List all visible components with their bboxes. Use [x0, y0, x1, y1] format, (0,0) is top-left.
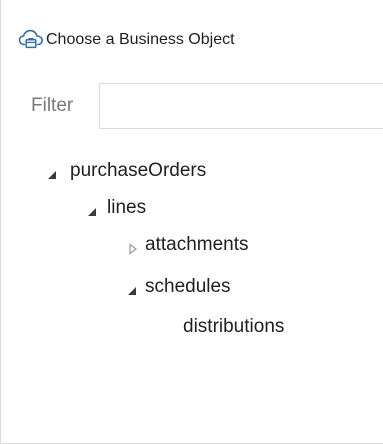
filter-label: Filter [31, 95, 74, 116]
tree-node-label: schedules [145, 276, 231, 297]
dialog-title: Choose a Business Object [46, 31, 235, 48]
dialog-header: Choose a Business Object [1, 0, 383, 72]
tree-node-label: purchaseOrders [70, 160, 207, 181]
filter-input[interactable] [99, 83, 383, 129]
cloud-icon [18, 29, 44, 51]
expanded-triangle-icon[interactable] [46, 165, 58, 179]
tree-node-label: distributions [183, 316, 285, 337]
collapsed-triangle-icon[interactable] [127, 239, 139, 255]
expanded-triangle-icon[interactable] [126, 281, 138, 295]
tree-node-label: lines [107, 197, 147, 218]
choose-business-object-dialog: Choose a Business Object Filter purchase… [0, 0, 383, 444]
expanded-triangle-icon[interactable] [86, 202, 98, 216]
tree-node-label: attachments [145, 234, 249, 255]
